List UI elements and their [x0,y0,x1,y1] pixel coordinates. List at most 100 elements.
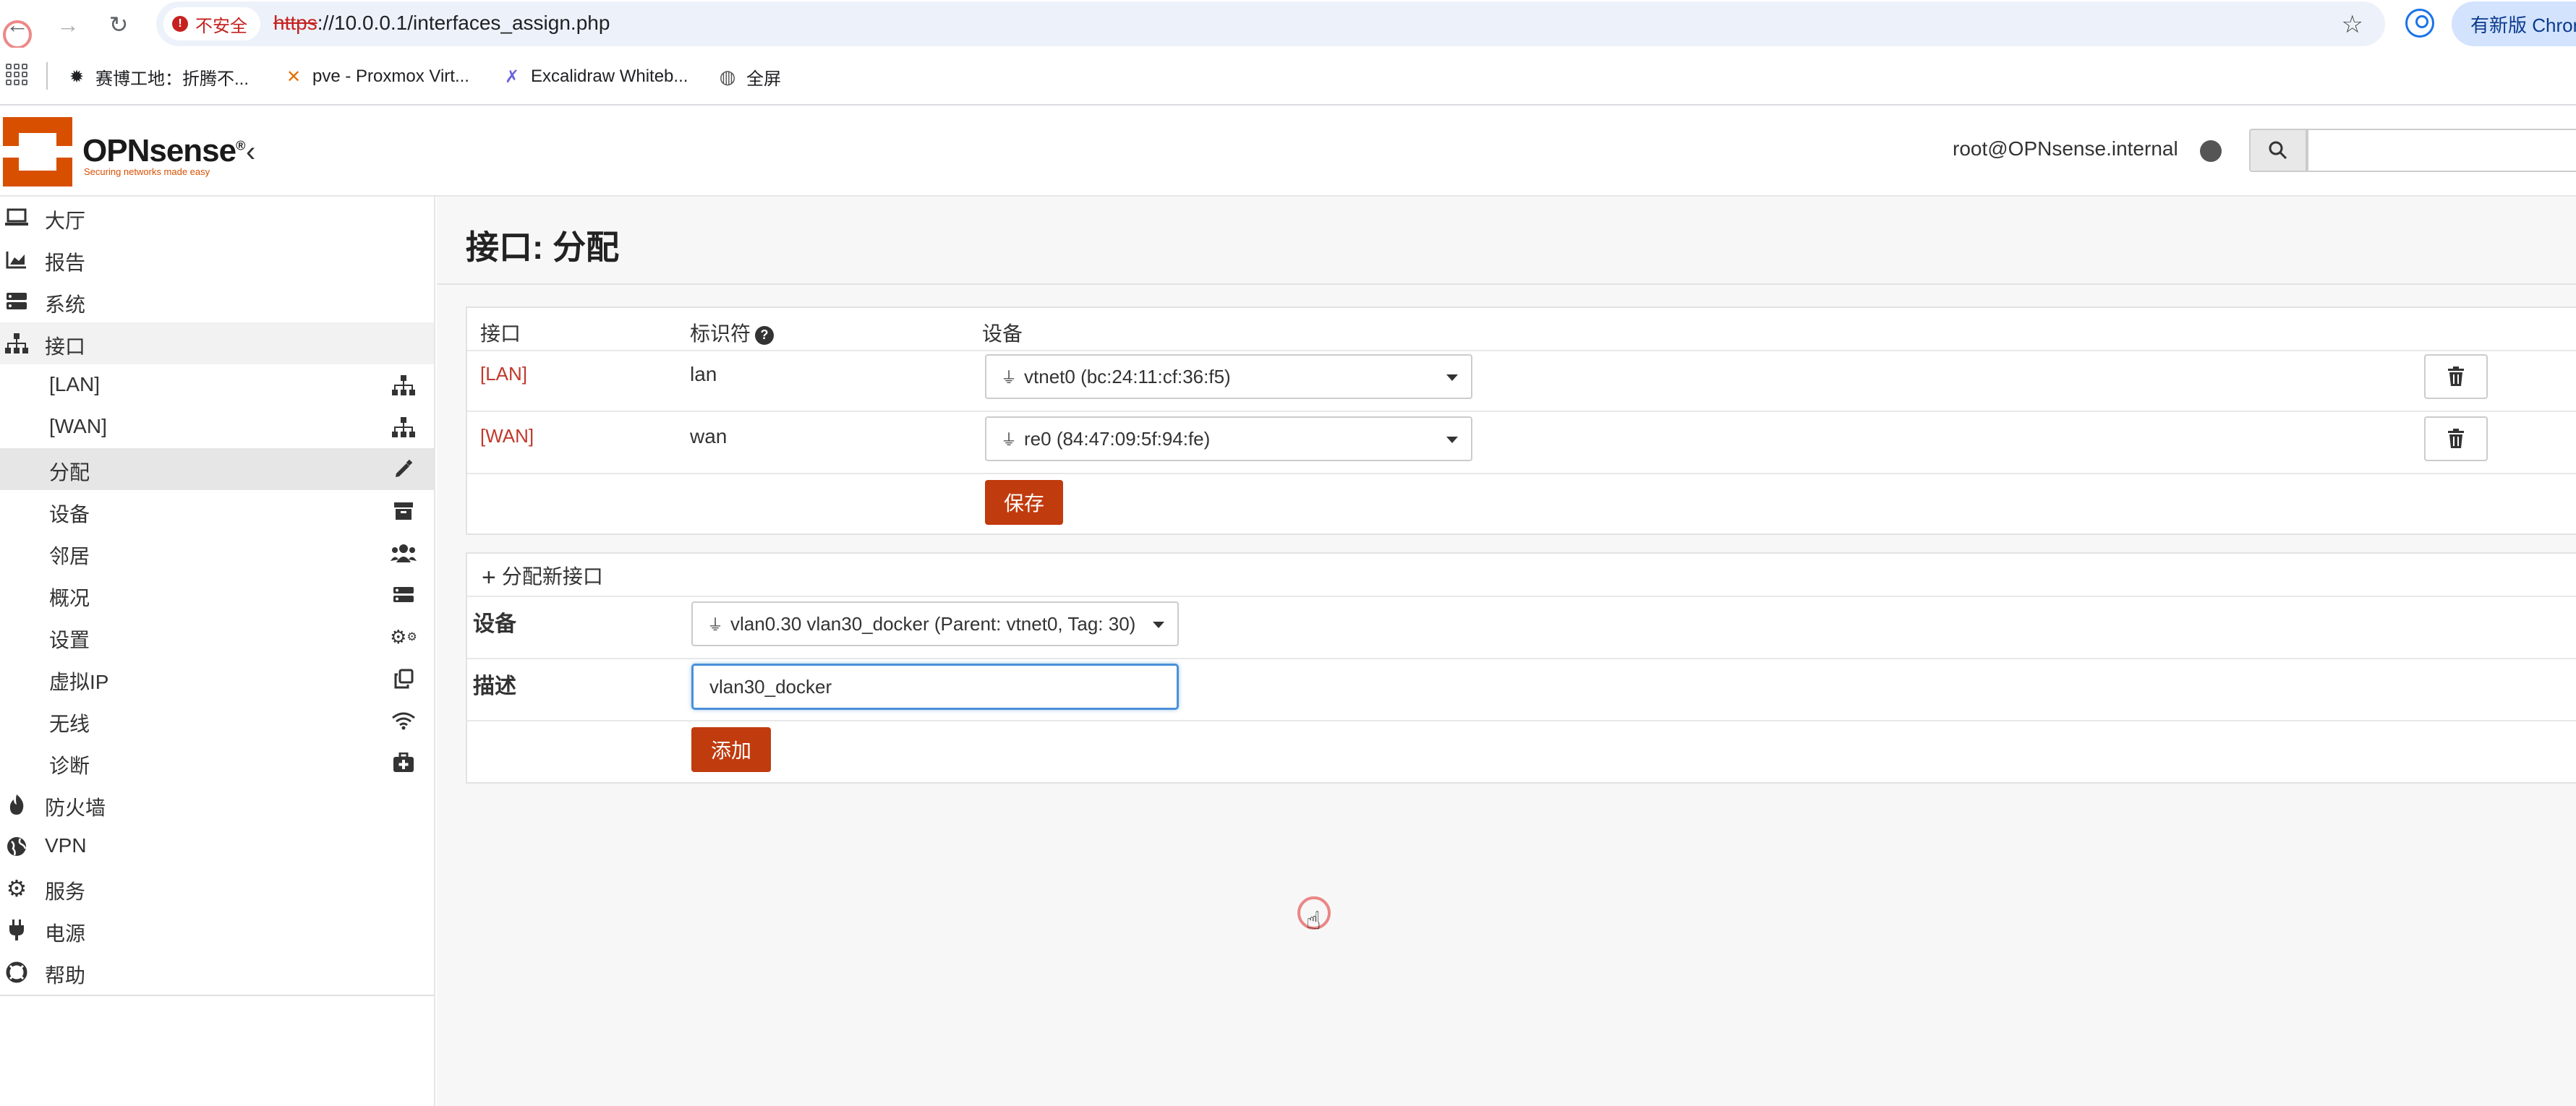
sidebar-item-system[interactable]: 系统 [0,280,434,322]
server-icon [389,584,418,606]
bookmark-label: Excalidraw Whiteb... [531,67,688,86]
sidebar-item-lobby[interactable]: 大厅 [0,197,434,239]
save-button[interactable]: 保存 [985,480,1063,525]
laptop-icon [4,207,29,228]
sidebar-item-label: 接口 [45,335,86,358]
sidebar-divider [0,995,434,996]
gear-icon: ✹ [69,67,85,87]
sidebar-item-interfaces[interactable]: 接口 [0,322,434,364]
sidebar-item-neighbors[interactable]: 邻居 [0,532,434,574]
identifier-lan: lan [690,363,717,385]
device-select-value: vlan0.30 vlan30_docker (Parent: vtnet0, … [730,612,1136,635]
forward-icon[interactable]: → [54,10,82,39]
back-icon[interactable]: ← [3,10,32,39]
help-icon[interactable]: ? [755,325,775,345]
bookmark-label: 赛博工地：折腾不... [95,69,250,89]
search-icon[interactable] [2249,129,2307,172]
chevron-down-icon [1446,374,1458,381]
assign-new-header: + 分配新接口 [482,564,603,591]
pencil-icon [389,458,418,480]
sidebar-item-help[interactable]: 帮助 [0,951,434,993]
chart-icon [4,249,29,270]
row-divider [467,350,2576,351]
bookmarks-bar: ✹ 赛博工地：折腾不... ✕ pve - Proxmox Virt... ✗ … [0,48,2576,106]
sidebar-item-label: VPN [45,834,87,857]
url-text[interactable]: https://10.0.0.1/interfaces_assign.php [273,12,610,35]
page-title: 接口: 分配 [466,228,620,266]
device-select-wan[interactable]: ⏚ re0 (84:47:09:5f:94:fe) [985,416,1472,461]
sitemap-icon [4,333,29,354]
globe-icon [4,836,29,857]
device-field-label: 设备 [473,612,516,636]
sidebar-item-label: 防火墙 [45,797,106,819]
bookmark-star-icon[interactable]: ☆ [2342,10,2363,39]
device-select-lan[interactable]: ⏚ vtnet0 (bc:24:11:cf:36:f5) [985,354,1472,399]
sidebar-item-services[interactable]: ⚙ 服务 [0,867,434,909]
cogs-icon: ⚙ ⚙ [390,625,417,648]
medkit-icon [389,752,418,773]
column-header-identifier: 标识符? [690,318,775,347]
reload-icon[interactable]: ↻ [104,10,133,39]
security-chip[interactable]: ! 不安全 [163,7,260,40]
search-input[interactable] [2307,129,2576,172]
delete-button[interactable] [2424,416,2488,461]
interface-link-wan[interactable]: [WAN] [480,425,534,447]
sidebar-item-firewall[interactable]: 防火墙 [0,784,434,826]
sidebar-item-wan[interactable]: [WAN] [0,406,434,448]
status-indicator[interactable] [2200,140,2222,162]
device-select-value: re0 (84:47:09:5f:94:fe) [1024,427,1211,450]
bookmark-item[interactable]: ✗ Excalidraw Whiteb... [502,62,688,91]
sidebar-item-diagnostics[interactable]: 诊断 [0,742,434,784]
sidebar-item-assignments[interactable]: 分配 [0,448,434,490]
update-chrome-button[interactable]: 有新版 Chrome [2452,1,2576,46]
trash-icon [2448,366,2464,386]
sidebar-item-label: [LAN] [49,373,101,395]
row-divider [467,720,2576,721]
plug-icon [4,919,29,941]
opnsense-logo-icon[interactable] [3,117,72,187]
bookmark-item[interactable]: ✕ pve - Proxmox Virt... [283,62,469,91]
description-input[interactable]: vlan30_docker [691,664,1179,710]
sidebar-item-virtual-ip[interactable]: 虚拟IP [0,658,434,700]
add-button[interactable]: 添加 [691,727,771,772]
new-device-select[interactable]: ⏚ vlan0.30 vlan30_docker (Parent: vtnet0… [691,601,1179,646]
bookmark-item[interactable]: ✹ 赛博工地：折腾不... [67,62,249,91]
sidebar-item-label: 报告 [45,252,86,274]
row-divider [467,658,2576,659]
sidebar-item-devices[interactable]: 设备 [0,490,434,532]
sidebar-item-wireless[interactable]: 无线 [0,700,434,742]
sidebar-item-power[interactable]: 电源 [0,909,434,951]
row-divider [467,411,2576,412]
bookmark-label: pve - Proxmox Virt... [312,67,469,86]
bookmark-item[interactable]: ◍ 全屏 [717,62,781,91]
description-field-label: 描述 [473,674,516,698]
sidebar-item-vpn[interactable]: VPN [0,826,434,867]
chevron-down-icon [1446,437,1458,443]
collapse-sidebar-icon[interactable]: ‹ [246,136,255,168]
user-label[interactable]: root@OPNsense.internal [1953,137,2178,160]
interface-link-lan[interactable]: [LAN] [480,363,527,385]
device-select-value: vtnet0 (bc:24:11:cf:36:f5) [1024,365,1231,387]
users-icon [389,542,418,564]
assignments-panel: 接口 标识符? 设备 [LAN] lan ⏚ vtnet0 (bc:24:11:… [466,306,2576,535]
sidebar-item-lan[interactable]: [LAN] [0,364,434,406]
title-divider [437,283,2576,285]
profile-icon[interactable] [2405,9,2434,38]
address-bar[interactable]: ! 不安全 https://10.0.0.1/interfaces_assign… [156,1,2385,46]
delete-button[interactable] [2424,354,2488,399]
column-header-device: 设备 [982,322,1023,345]
sidebar-item-reporting[interactable]: 报告 [0,239,434,280]
sidebar-item-label: 概况 [49,587,90,609]
apps-grid-icon[interactable] [6,64,27,85]
trash-icon [2448,429,2464,448]
insecure-label: 不安全 [195,16,247,36]
bookmark-separator [46,62,48,90]
sidebar-item-label: 服务 [45,880,86,903]
sidebar-item-overview[interactable]: 概况 [0,574,434,616]
sidebar-item-settings[interactable]: 设置 ⚙ ⚙ [0,616,434,658]
url-protocol: https [273,12,317,34]
excalidraw-icon: ✗ [504,67,520,87]
sidebar-item-label: 设置 [49,629,90,651]
archive-icon [389,500,418,522]
plug-icon: ⏚ [1001,369,1018,387]
